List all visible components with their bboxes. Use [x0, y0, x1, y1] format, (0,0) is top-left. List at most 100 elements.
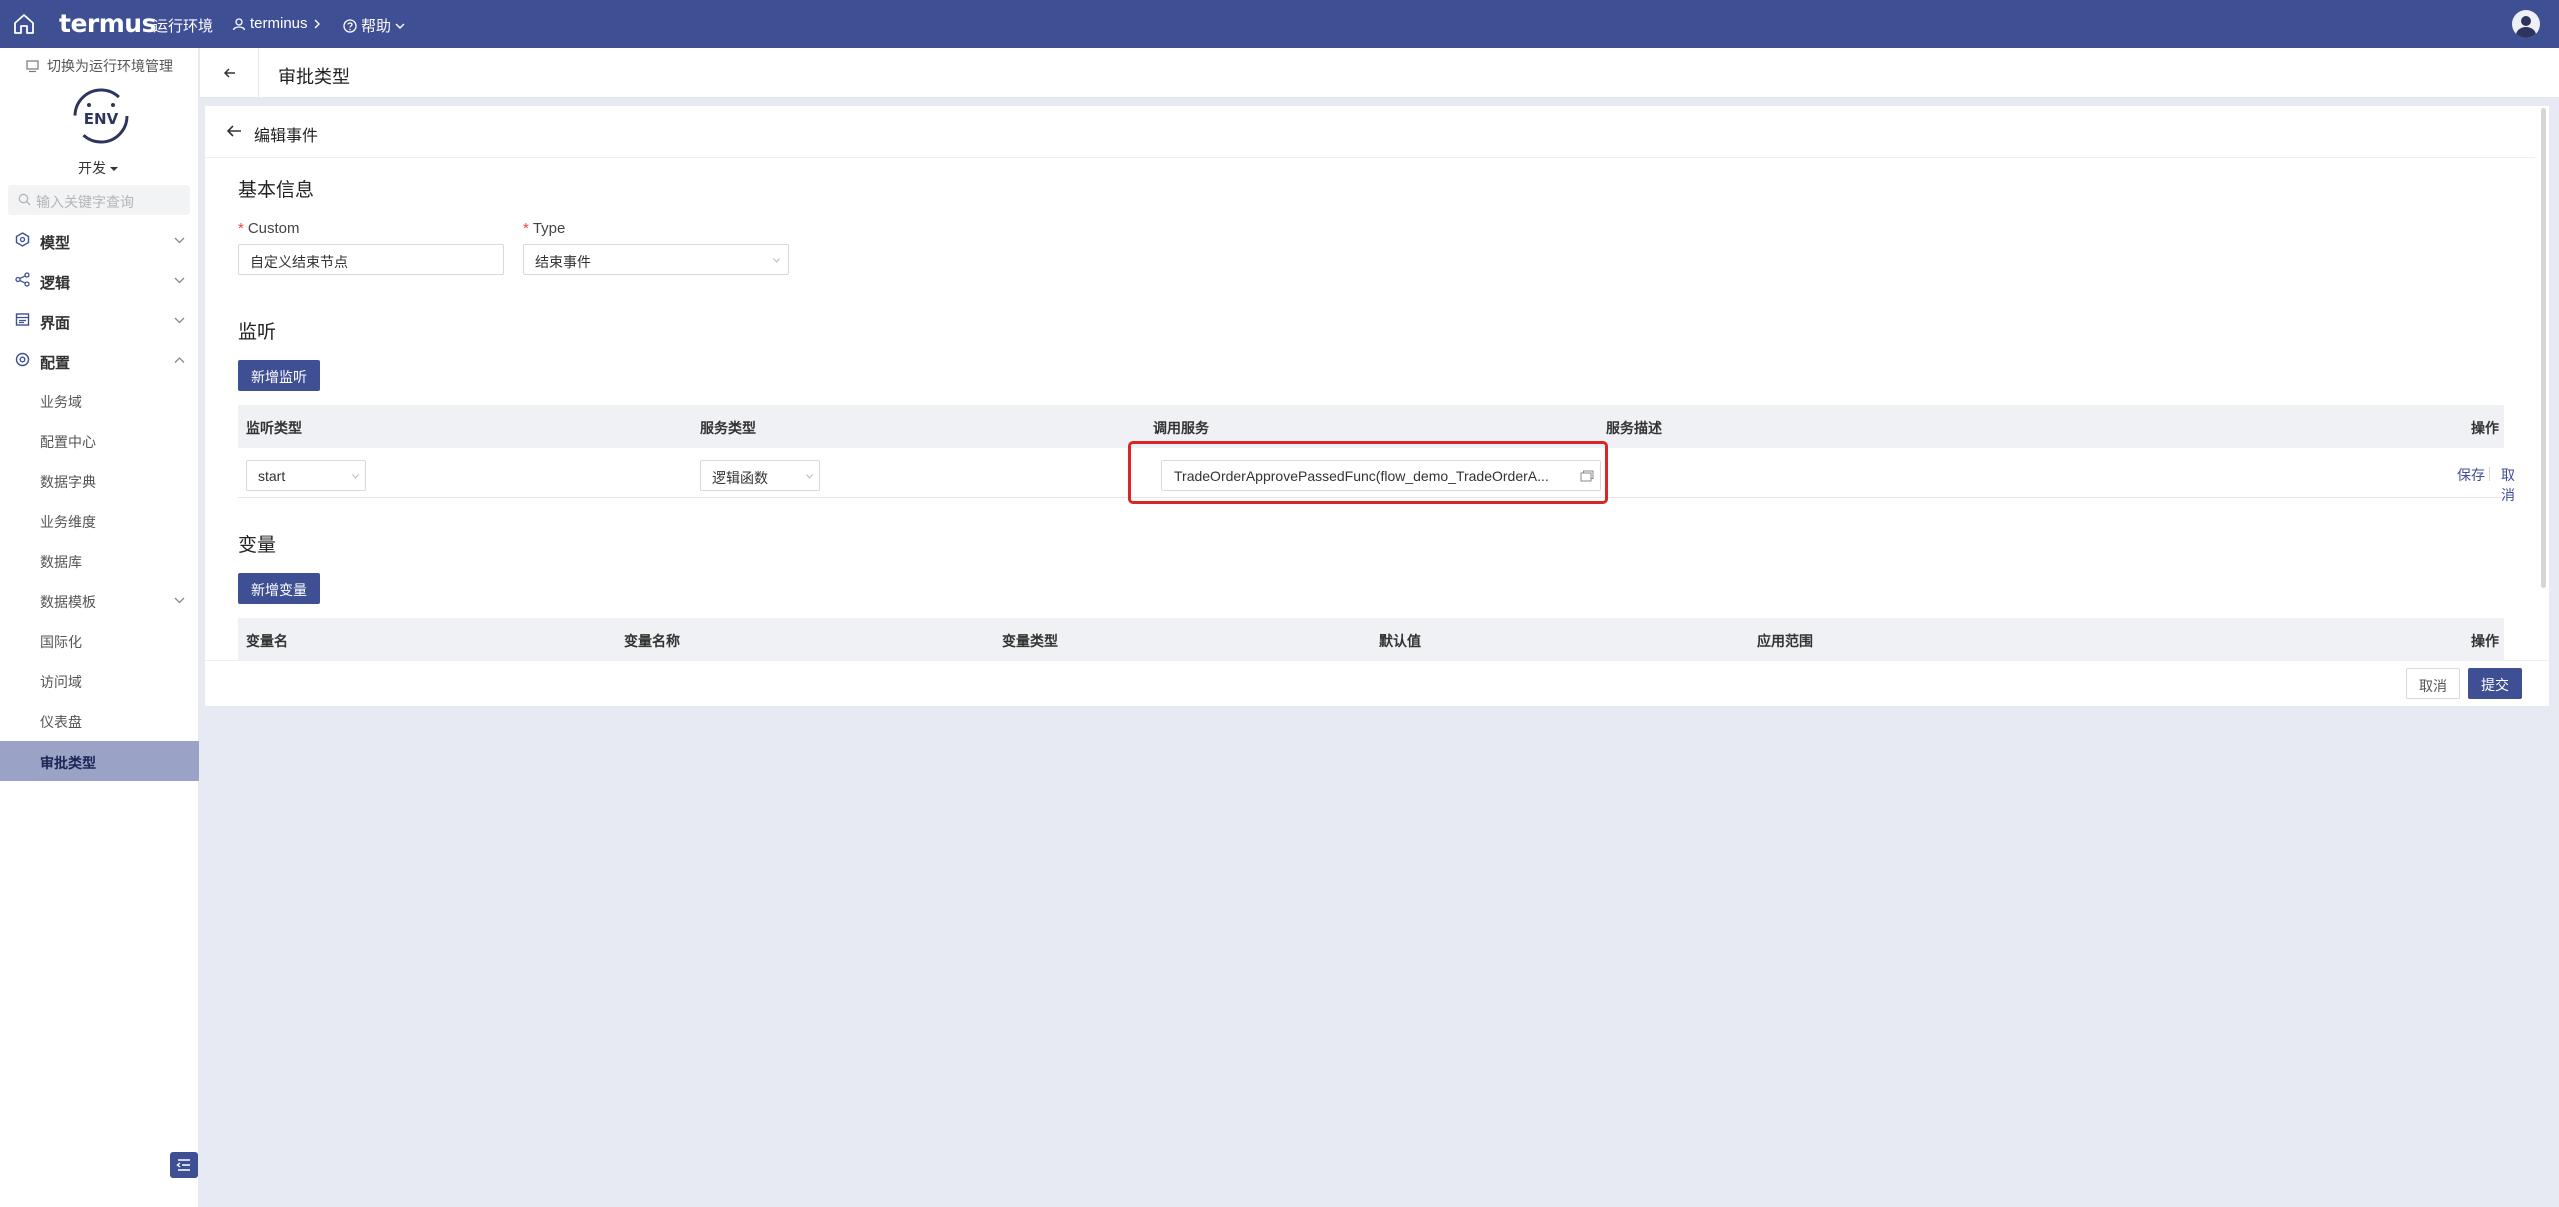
env-logo: ENV — [73, 88, 129, 144]
sidebar-item-data-template[interactable]: 数据模板 — [0, 580, 199, 620]
sidebar-item-label: 数据字典 — [40, 474, 96, 490]
env-label[interactable]: 运行环境 — [153, 15, 213, 36]
sidebar-item-data-dictionary[interactable]: 数据字典 — [0, 460, 199, 500]
sidebar-group-label: 配置 — [40, 355, 71, 372]
add-variable-button[interactable]: 新增变量 — [238, 573, 320, 604]
back-icon[interactable] — [222, 65, 238, 81]
sidebar-group-label: 逻辑 — [40, 275, 71, 292]
chevron-up-icon — [174, 357, 185, 363]
project-selector[interactable]: terminus — [232, 15, 322, 32]
service-type-select[interactable]: 逻辑函数 — [700, 460, 820, 491]
app-logo[interactable]: termus — [59, 9, 156, 38]
search-placeholder: 输入关键字查询 — [36, 194, 134, 210]
sidebar-item-label: 审批类型 — [40, 755, 96, 771]
sidebar-group-label: 模型 — [40, 235, 71, 252]
editor-title: 编辑事件 — [254, 128, 319, 145]
section-title-variables: 变量 — [238, 535, 277, 556]
sidebar-group-ui[interactable]: 界面 — [0, 300, 199, 340]
search-input[interactable]: 输入关键字查询 — [8, 185, 190, 215]
sidebar-item-label: 配置中心 — [40, 434, 96, 450]
sidebar: 切换为运行环境管理 ENV 开发 输入关键字查询 模型 逻辑 界面 配置 业务域… — [0, 48, 199, 1207]
column-header: 服务描述 — [1606, 420, 1662, 436]
column-header: 默认值 — [1379, 633, 1421, 649]
chevron-down-icon — [352, 474, 359, 479]
cube-icon — [15, 232, 30, 247]
collapse-sidebar-button[interactable] — [170, 1152, 198, 1178]
avatar[interactable] — [2512, 10, 2540, 38]
column-header: 应用范围 — [1757, 633, 1813, 649]
chevron-down-icon — [395, 23, 405, 29]
settings-icon — [15, 352, 30, 367]
submit-button[interactable]: 提交 — [2468, 668, 2522, 699]
section-title-basic: 基本信息 — [238, 180, 315, 201]
page-header: 审批类型 — [200, 48, 2559, 98]
home-icon[interactable] — [12, 12, 36, 36]
custom-field[interactable]: 自定义结束节点 — [238, 244, 504, 275]
edit-event-panel: 编辑事件 基本信息 * Custom 自定义结束节点 * Type 结束事件 监听 … — [205, 106, 2549, 706]
column-header: 服务类型 — [700, 420, 756, 436]
sidebar-item-config-center[interactable]: 配置中心 — [0, 420, 199, 460]
sidebar-item-label: 国际化 — [40, 634, 82, 650]
chevron-down-icon — [174, 237, 185, 244]
column-header: 变量类型 — [1002, 633, 1058, 649]
listen-type-select[interactable]: start — [246, 460, 366, 491]
arrow-left-icon[interactable] — [225, 123, 243, 139]
custom-value: 自定义结束节点 — [250, 254, 348, 270]
sidebar-item-label: 数据库 — [40, 554, 82, 570]
cancel-button[interactable]: 取消 — [2406, 668, 2460, 699]
scrollbar[interactable] — [2541, 108, 2546, 588]
variables-table-header: 变量名 变量名称 变量类型 默认值 应用范围 操作 — [238, 618, 2504, 660]
switch-env-label: 切换为运行环境管理 — [47, 58, 173, 74]
add-listener-button[interactable]: 新增监听 — [238, 360, 320, 391]
column-header: 调用服务 — [1153, 420, 1209, 436]
highlight-box — [1128, 441, 1608, 504]
sidebar-item-label: 访问域 — [40, 674, 82, 690]
switch-icon — [26, 59, 39, 72]
divider — [205, 157, 2535, 158]
sidebar-group-config[interactable]: 配置 — [0, 340, 199, 380]
sidebar-item-dashboard[interactable]: 仪表盘 — [0, 700, 199, 740]
type-select[interactable]: 结束事件 — [523, 244, 789, 275]
sidebar-item-i18n[interactable]: 国际化 — [0, 620, 199, 660]
caret-down-icon — [109, 167, 118, 171]
custom-label: * Custom — [238, 220, 300, 237]
divider — [2489, 467, 2490, 481]
search-icon — [18, 193, 31, 206]
type-value: 结束事件 — [535, 254, 591, 270]
sidebar-item-approval-type[interactable]: 审批类型 — [0, 741, 199, 781]
column-header: 操作 — [2471, 633, 2499, 649]
env-name: 开发 — [78, 160, 106, 176]
cancel-link[interactable]: 取消 — [2501, 465, 2515, 505]
section-title-listen: 监听 — [238, 322, 277, 343]
switch-env-button[interactable]: 切换为运行环境管理 — [26, 56, 173, 76]
sidebar-group-logic[interactable]: 逻辑 — [0, 260, 199, 300]
layout-icon — [15, 313, 30, 326]
column-header: 操作 — [2471, 420, 2499, 436]
sidebar-item-business-dimension[interactable]: 业务维度 — [0, 500, 199, 540]
chevron-down-icon — [773, 258, 780, 263]
save-link[interactable]: 保存 — [2457, 465, 2485, 485]
chevron-down-icon — [174, 597, 185, 604]
sidebar-group-model[interactable]: 模型 — [0, 220, 199, 260]
column-header: 变量名称 — [624, 633, 680, 649]
chevron-down-icon — [174, 317, 185, 324]
question-icon — [343, 18, 357, 33]
top-bar: termus 运行环境 terminus 帮助 — [0, 0, 2559, 48]
help-menu[interactable]: 帮助 — [343, 15, 405, 36]
sidebar-item-label: 仪表盘 — [40, 714, 82, 730]
env-selector[interactable]: 开发 — [78, 158, 118, 178]
type-label: * Type — [523, 220, 566, 237]
sidebar-item-business-domain[interactable]: 业务域 — [0, 380, 199, 420]
sidebar-item-label: 业务维度 — [40, 514, 96, 530]
page-title: 审批类型 — [278, 67, 350, 87]
chevron-down-icon — [174, 277, 185, 284]
editor-footer: 取消 提交 — [205, 660, 2549, 706]
sidebar-item-label: 业务域 — [40, 394, 82, 410]
user-icon — [232, 17, 246, 30]
project-name: terminus — [250, 15, 308, 32]
sidebar-item-database[interactable]: 数据库 — [0, 540, 199, 580]
chevron-down-icon — [806, 474, 813, 479]
share-icon — [15, 272, 30, 287]
column-header: 监听类型 — [246, 420, 302, 436]
sidebar-item-access-domain[interactable]: 访问域 — [0, 660, 199, 700]
